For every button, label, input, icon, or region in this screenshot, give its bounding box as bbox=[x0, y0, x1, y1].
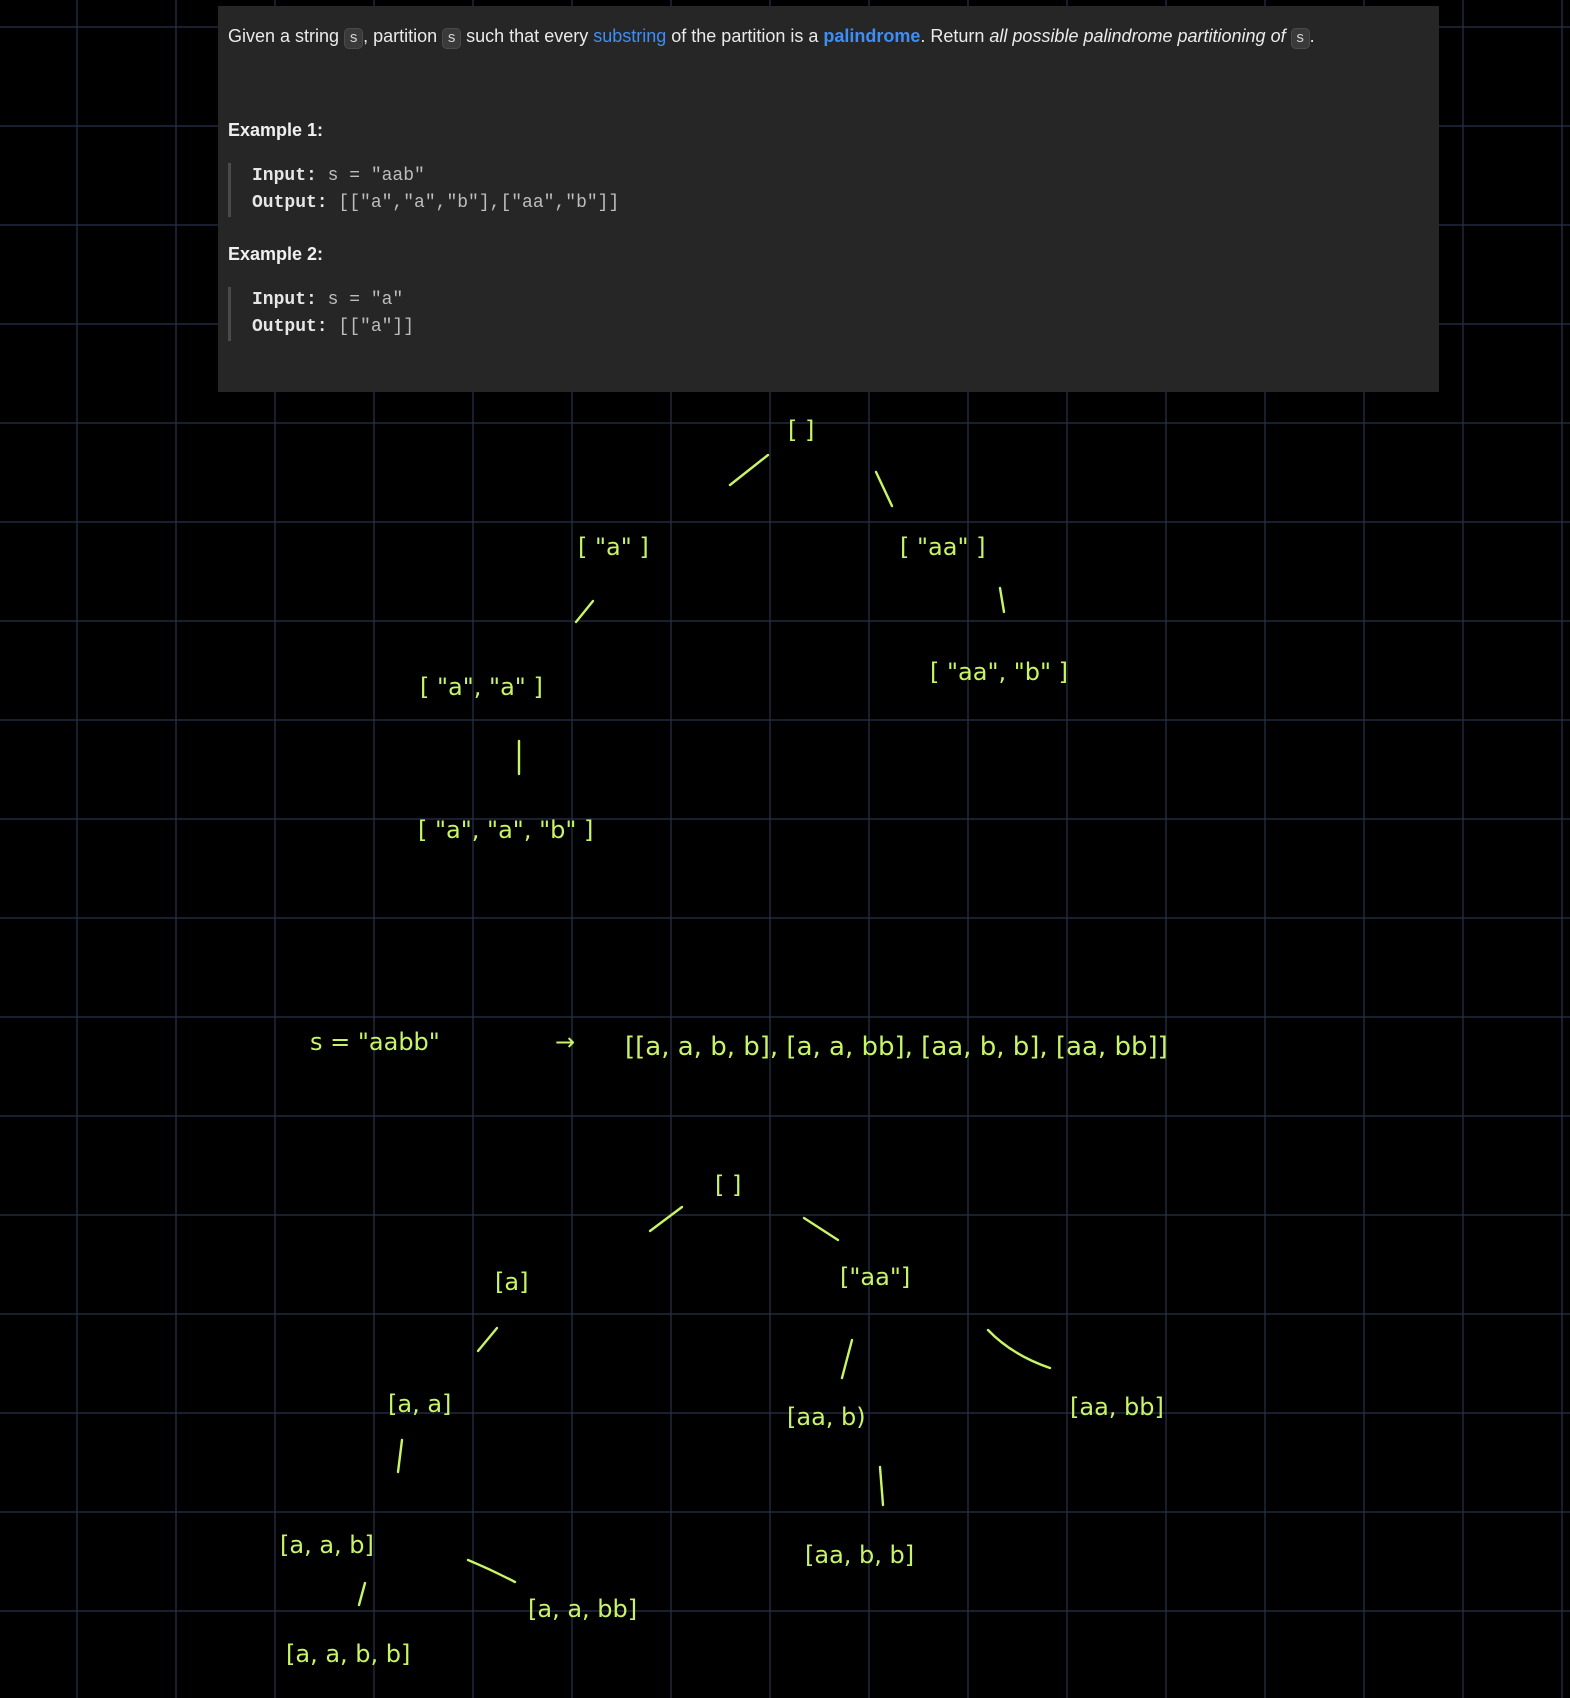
handwritten-sketch: [ ] [ "a" ] [ "aa" ] [ "a", "a" ] [ "aa"… bbox=[280, 416, 1168, 1668]
tree2-edge bbox=[648, 1205, 684, 1233]
tree2-node-a-a-b-b: [a, a, b, b] bbox=[286, 1640, 410, 1668]
tree2-root-node: [ ] bbox=[715, 1171, 741, 1199]
tree2-edge bbox=[802, 1216, 840, 1242]
tree1-edge bbox=[998, 586, 1006, 614]
tree2-node-aa-b: [aa, b) bbox=[787, 1403, 866, 1431]
tree2-edge bbox=[357, 1581, 367, 1607]
tree2-edge bbox=[466, 1558, 517, 1584]
equation-lhs: s = "aabb" bbox=[310, 1028, 440, 1056]
tree2-edge bbox=[396, 1438, 404, 1474]
tree1-edge bbox=[874, 470, 894, 508]
tree2-node-aa-bb: [aa, bb] bbox=[1070, 1393, 1164, 1421]
tree2-edge bbox=[840, 1338, 854, 1380]
tree2-edge bbox=[986, 1328, 1052, 1370]
tree2-node-aa-b-b: [aa, b, b] bbox=[805, 1541, 914, 1569]
equation-arrow: → bbox=[555, 1028, 575, 1056]
tree2-node-aa: ["aa"] bbox=[840, 1263, 910, 1291]
tree2-edge bbox=[476, 1326, 499, 1353]
tree1-node-a-a: [ "a", "a" ] bbox=[420, 673, 543, 701]
equation-rhs: [[a, a, b, b], [a, a, bb], [aa, b, b], [… bbox=[625, 1032, 1168, 1062]
tree1-node-a: [ "a" ] bbox=[578, 533, 649, 561]
tree1-edge bbox=[574, 599, 595, 624]
tree2-node-a: [a] bbox=[495, 1268, 528, 1296]
tree1-root-node: [ ] bbox=[788, 416, 814, 444]
tree2-node-a-a-b: [a, a, b] bbox=[280, 1531, 374, 1559]
tree2-edge bbox=[878, 1465, 885, 1507]
tree2-node-a-a-bb: [a, a, bb] bbox=[528, 1595, 637, 1623]
recursion-tree-1: [ ] [ "a" ] [ "aa" ] [ "a", "a" ] [ "aa"… bbox=[418, 416, 1068, 844]
tree1-node-aa: [ "aa" ] bbox=[900, 533, 985, 561]
tree2-node-a-a: [a, a] bbox=[388, 1390, 451, 1418]
tree1-edge bbox=[728, 453, 770, 487]
recursion-tree-2: [ ] [a] ["aa"] [a, a] [aa, b) [aa, bb] [… bbox=[280, 1171, 1164, 1668]
tree1-node-a-a-b: [ "a", "a", "b" ] bbox=[418, 816, 593, 844]
aabb-equation: s = "aabb" → [[a, a, b, b], [a, a, bb], … bbox=[310, 1028, 1168, 1062]
tree1-node-aa-b: [ "aa", "b" ] bbox=[930, 658, 1068, 686]
